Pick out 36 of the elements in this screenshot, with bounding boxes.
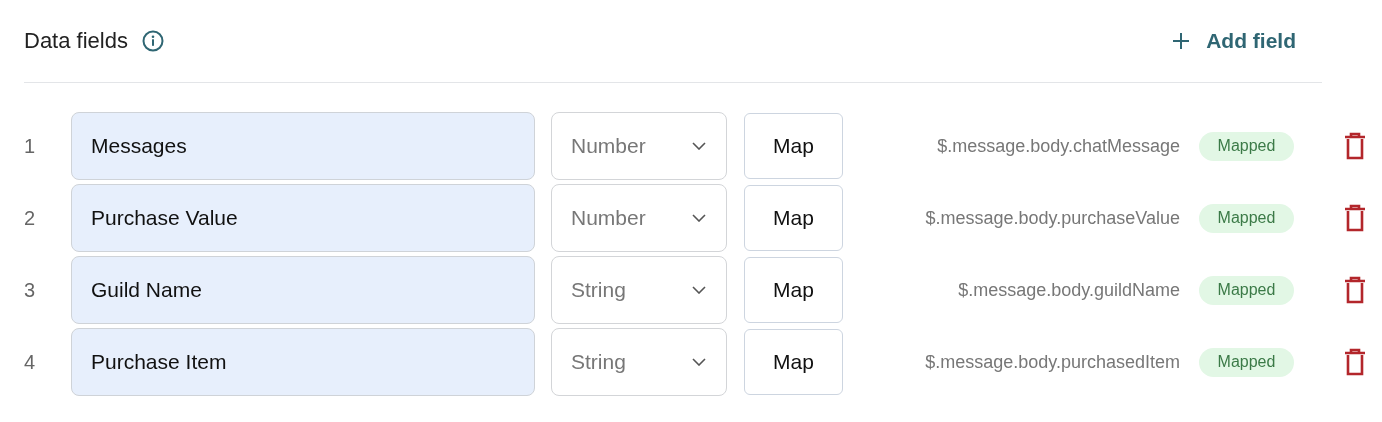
row-number: 1 — [24, 134, 37, 158]
field-name-input[interactable]: Purchase Value — [71, 184, 535, 252]
trash-icon[interactable] — [1344, 204, 1366, 232]
chevron-down-icon — [692, 142, 706, 150]
status-badge: Mapped — [1199, 347, 1294, 377]
map-button[interactable]: Map — [744, 185, 843, 251]
chevron-down-icon — [692, 214, 706, 222]
map-button[interactable]: Map — [744, 113, 843, 179]
map-button[interactable]: Map — [744, 329, 843, 395]
field-name-input[interactable]: Messages — [71, 112, 535, 180]
json-path: $.message.body.chatMessage — [936, 135, 1180, 157]
info-icon[interactable] — [141, 30, 164, 52]
json-path: $.message.body.guildName — [957, 279, 1180, 301]
type-dropdown[interactable]: String — [551, 328, 727, 396]
row-number: 4 — [24, 350, 37, 374]
field-name-input[interactable]: Guild Name — [71, 256, 535, 324]
chevron-down-icon — [692, 286, 706, 294]
type-dropdown[interactable]: Number — [551, 184, 727, 252]
status-badge: Mapped — [1199, 131, 1294, 161]
json-path: $.message.body.purchasedItem — [924, 351, 1180, 373]
row-number: 3 — [24, 278, 37, 302]
trash-icon[interactable] — [1344, 276, 1366, 304]
json-path: $.message.body.purchaseValue — [924, 207, 1180, 229]
type-dropdown[interactable]: Number — [551, 112, 727, 180]
row-number: 2 — [24, 206, 37, 230]
trash-icon[interactable] — [1344, 348, 1366, 376]
field-name-input[interactable]: Purchase Item — [71, 328, 535, 396]
trash-icon[interactable] — [1344, 132, 1366, 160]
status-badge: Mapped — [1199, 203, 1294, 233]
chevron-down-icon — [692, 358, 706, 366]
type-dropdown[interactable]: String — [551, 256, 727, 324]
section-title: Data fields — [24, 28, 128, 54]
plus-icon — [1172, 32, 1191, 50]
add-field-button[interactable]: Add field — [1172, 29, 1296, 53]
status-badge: Mapped — [1199, 275, 1294, 305]
map-button[interactable]: Map — [744, 257, 843, 323]
